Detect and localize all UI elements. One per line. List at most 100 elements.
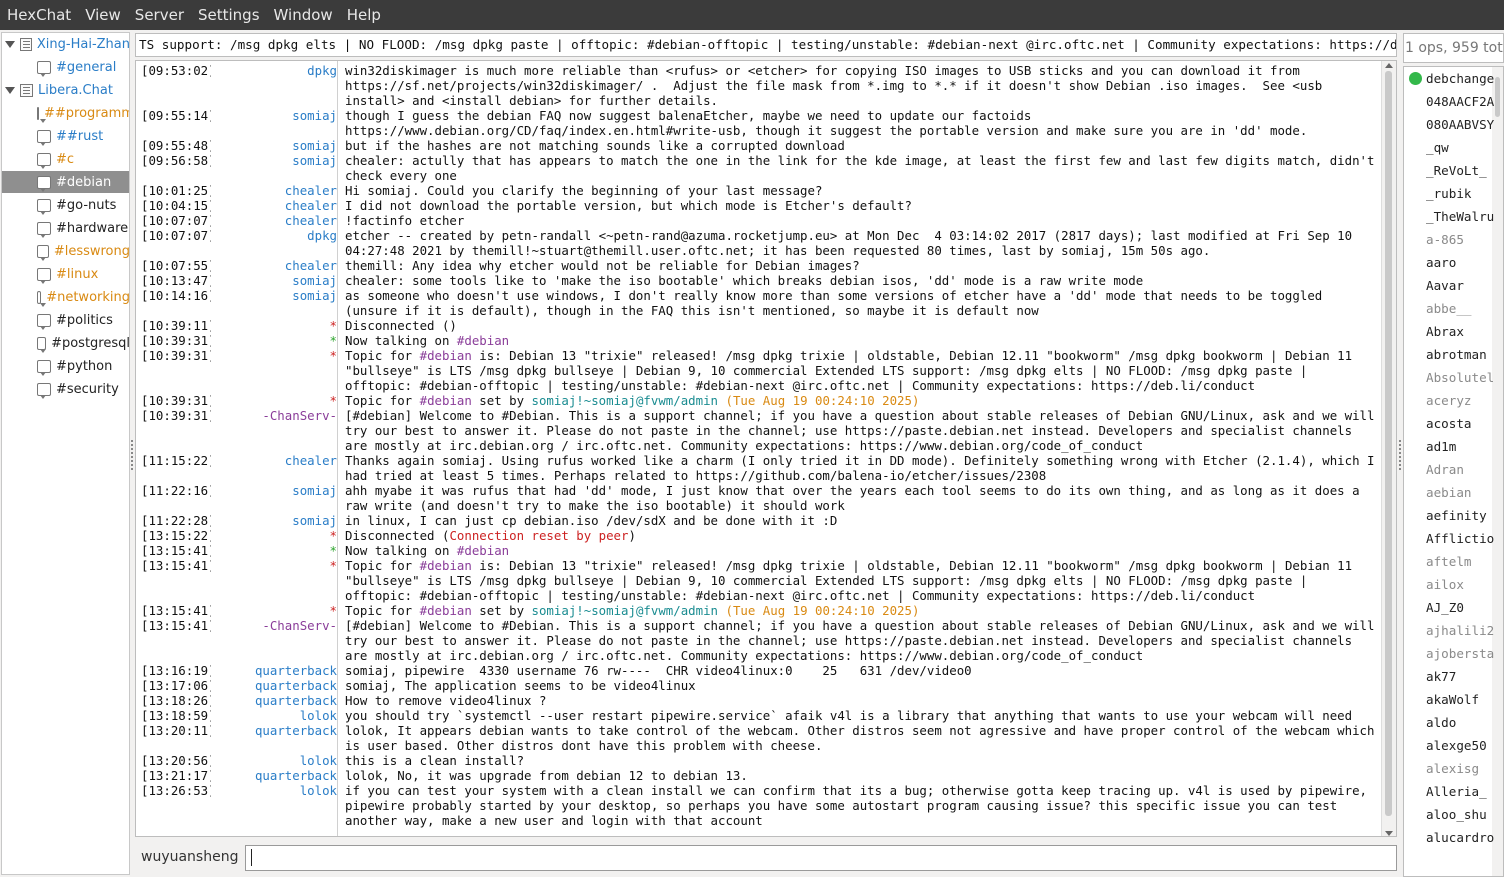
scroll-up-icon[interactable] — [1385, 63, 1393, 68]
channel-item[interactable]: #linux — [2, 263, 129, 285]
user-list-item[interactable]: acosta — [1404, 412, 1494, 435]
message-nick[interactable]: -ChanServ- — [211, 618, 337, 663]
scroll-down-icon[interactable] — [1385, 831, 1393, 836]
menu-hexchat[interactable]: HexChat — [0, 0, 78, 30]
message-nick[interactable]: dpkg — [211, 228, 337, 258]
message-nick[interactable]: chealer — [211, 258, 337, 273]
channel-item[interactable]: #hardware — [2, 217, 129, 239]
message-nick[interactable]: somiaj — [211, 288, 337, 318]
user-list-item[interactable]: a-865 — [1404, 228, 1494, 251]
user-list[interactable]: debchange 048AACF2A 080AABVSY _qw _ReVoLt_ _r… — [1403, 66, 1504, 877]
user-list-item[interactable]: ailox — [1404, 573, 1494, 596]
message-nick[interactable]: somiaj — [211, 273, 337, 288]
user-list-item[interactable]: _TheWalrus — [1404, 205, 1494, 228]
user-list-item[interactable]: debchange — [1404, 67, 1494, 90]
menu-settings[interactable]: Settings — [191, 0, 267, 30]
user-list-item[interactable]: alexge50 — [1404, 734, 1494, 757]
message-nick[interactable]: somiaj — [211, 513, 337, 528]
user-list-item[interactable]: alucardro — [1404, 826, 1494, 849]
user-list-item[interactable]: aceryz — [1404, 389, 1494, 412]
message-input[interactable] — [245, 845, 1397, 871]
message-nick[interactable]: lolok — [211, 753, 337, 768]
chat-scrollbar[interactable] — [1381, 61, 1396, 836]
user-list-scrollbar-thumb[interactable] — [1495, 77, 1500, 117]
message-nick[interactable]: quarterback — [211, 723, 337, 753]
nickname-button[interactable]: wuyuansheng — [141, 849, 238, 865]
message-nick[interactable]: somiaj — [211, 138, 337, 153]
user-list-item[interactable]: akaWolf — [1404, 688, 1494, 711]
user-list-item[interactable]: 080AABVSY — [1404, 113, 1494, 136]
user-list-item[interactable]: _qw — [1404, 136, 1494, 159]
user-list-item[interactable]: AJ_Z0 — [1404, 596, 1494, 619]
message-nick[interactable]: quarterback — [211, 678, 337, 693]
channel-item[interactable]: #debian — [2, 171, 129, 193]
channel-item[interactable]: #lesswrong — [2, 240, 129, 262]
message-nick[interactable]: chealer — [211, 198, 337, 213]
message-nick[interactable]: -ChanServ- — [211, 408, 337, 453]
menu-help[interactable]: Help — [340, 0, 388, 30]
left-pane-grip[interactable] — [131, 440, 135, 470]
user-list-item[interactable]: aefinity — [1404, 504, 1494, 527]
user-list-item[interactable]: aftelm — [1404, 550, 1494, 573]
channel-item[interactable]: #politics — [2, 309, 129, 331]
user-list-item[interactable]: _ReVoLt_ — [1404, 159, 1494, 182]
network-item[interactable]: Libera.Chat — [2, 79, 129, 101]
message-nick[interactable]: quarterback — [211, 663, 337, 678]
expander-icon[interactable] — [5, 85, 15, 95]
message-nick[interactable]: chealer — [211, 183, 337, 198]
user-list-item[interactable]: Alleria_ — [1404, 780, 1494, 803]
channel-item[interactable]: #postgresql — [2, 332, 129, 354]
message-nick[interactable]: chealer — [211, 213, 337, 228]
user-list-item[interactable]: alexisg — [1404, 757, 1494, 780]
message-nick[interactable]: quarterback — [211, 693, 337, 708]
topic-bar[interactable]: TS support: /msg dpkg elts | NO FLOOD: /… — [135, 33, 1397, 57]
menu-window[interactable]: Window — [267, 0, 340, 30]
user-list-item[interactable]: abbe__ — [1404, 297, 1494, 320]
chat-area[interactable]: [09:53:02] dpkg win32diskimager is much mo… — [135, 60, 1397, 837]
message-nick[interactable]: somiaj — [211, 153, 337, 183]
message-nick[interactable]: * — [211, 348, 337, 393]
user-list-item[interactable]: 048AACF2A — [1404, 90, 1494, 113]
channel-item[interactable]: ##programming — [2, 102, 129, 124]
message-nick[interactable]: dpkg — [211, 63, 337, 108]
message-nick[interactable]: * — [211, 528, 337, 543]
menu-server[interactable]: Server — [128, 0, 191, 30]
message-nick[interactable]: lolok — [211, 708, 337, 723]
user-list-item[interactable]: Abrax — [1404, 320, 1494, 343]
user-list-item[interactable]: aloo_shu — [1404, 803, 1494, 826]
channel-item[interactable]: #security — [2, 378, 129, 400]
channel-item[interactable]: ##rust — [2, 125, 129, 147]
user-list-item[interactable]: aebian — [1404, 481, 1494, 504]
menu-view[interactable]: View — [78, 0, 128, 30]
message-nick[interactable]: * — [211, 318, 337, 333]
user-list-item[interactable]: ak77 — [1404, 665, 1494, 688]
message-nick[interactable]: * — [211, 333, 337, 348]
user-list-item[interactable]: aaro — [1404, 251, 1494, 274]
user-list-item[interactable]: Absolutely — [1404, 366, 1494, 389]
message-nick[interactable]: lolok — [211, 783, 337, 828]
user-list-item[interactable]: aldo — [1404, 711, 1494, 734]
channel-item[interactable]: #networking — [2, 286, 129, 308]
message-nick[interactable]: quarterback — [211, 768, 337, 783]
message-nick[interactable]: somiaj — [211, 108, 337, 138]
message-nick[interactable]: * — [211, 558, 337, 603]
user-list-item[interactable]: Aavar — [1404, 274, 1494, 297]
message-nick[interactable]: chealer — [211, 453, 337, 483]
user-list-item[interactable]: ad1m — [1404, 435, 1494, 458]
channel-item[interactable]: #python — [2, 355, 129, 377]
user-list-item[interactable]: Adran — [1404, 458, 1494, 481]
channel-item[interactable]: #c — [2, 148, 129, 170]
expander-icon[interactable] — [5, 39, 15, 49]
chat-scrollbar-thumb[interactable] — [1385, 71, 1392, 816]
user-list-item[interactable]: _rubik — [1404, 182, 1494, 205]
message-nick[interactable]: * — [211, 543, 337, 558]
channel-item[interactable]: #go-nuts — [2, 194, 129, 216]
message-nick[interactable]: * — [211, 393, 337, 408]
channel-item[interactable]: #general — [2, 56, 129, 78]
user-list-item[interactable]: abrotman — [1404, 343, 1494, 366]
user-list-item[interactable]: ajoberstar — [1404, 642, 1494, 665]
message-nick[interactable]: * — [211, 603, 337, 618]
message-nick[interactable]: somiaj — [211, 483, 337, 513]
user-list-item[interactable]: ajhalili2 — [1404, 619, 1494, 642]
network-item[interactable]: Xing-Hai-Zhan — [2, 33, 129, 55]
